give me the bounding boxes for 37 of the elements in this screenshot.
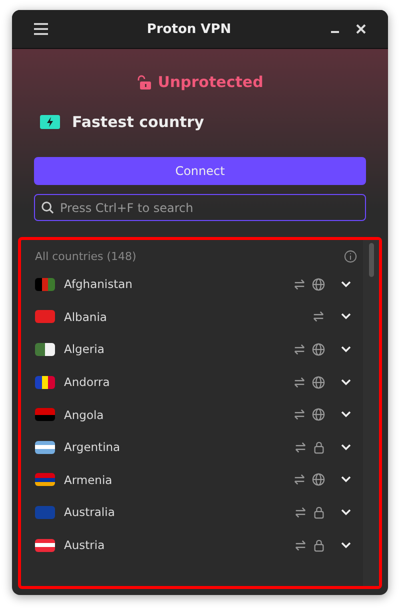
globe-icon [312,408,325,422]
lock-icon [313,440,325,454]
country-name[interactable]: Afghanistan [64,277,285,292]
swap-arrows-icon [312,310,325,324]
scrollbar-thumb[interactable] [368,243,374,277]
connect-button[interactable]: Connect [34,157,366,185]
lock-icon [313,538,325,552]
swap-arrows-icon [293,408,306,422]
swap-arrows-icon [294,538,307,552]
list-header: All countries (148) [35,250,136,262]
country-name[interactable]: Armenia [64,472,285,487]
country-name[interactable]: Algeria [64,342,285,356]
window-title: Proton VPN [146,22,232,36]
country-name[interactable]: Australia [64,505,285,520]
status-label: Unprotected [34,73,366,91]
country-name[interactable]: Austria [64,538,285,552]
swap-arrows-icon [294,440,307,454]
country-name[interactable]: Argentina [64,440,285,454]
swap-arrows-icon [293,278,306,291]
globe-icon [312,473,325,486]
lock-icon [136,74,152,90]
profile-label: Fastest country [72,113,204,131]
globe-icon [312,376,325,389]
globe-icon [312,278,325,291]
country-name[interactable]: Andorra [64,375,285,390]
lightning-icon [40,115,60,129]
swap-arrows-icon [294,506,307,519]
globe-icon [312,342,325,356]
search-field[interactable]: Press Ctrl+F to search [34,194,366,221]
lock-icon [313,506,325,519]
country-name[interactable]: Albania [64,310,285,324]
country-name[interactable]: Angola [64,408,285,422]
search-icon [41,201,54,214]
swap-arrows-icon [293,342,306,356]
swap-arrows-icon [293,473,306,486]
info-icon[interactable] [344,250,357,262]
swap-arrows-icon [293,376,306,389]
